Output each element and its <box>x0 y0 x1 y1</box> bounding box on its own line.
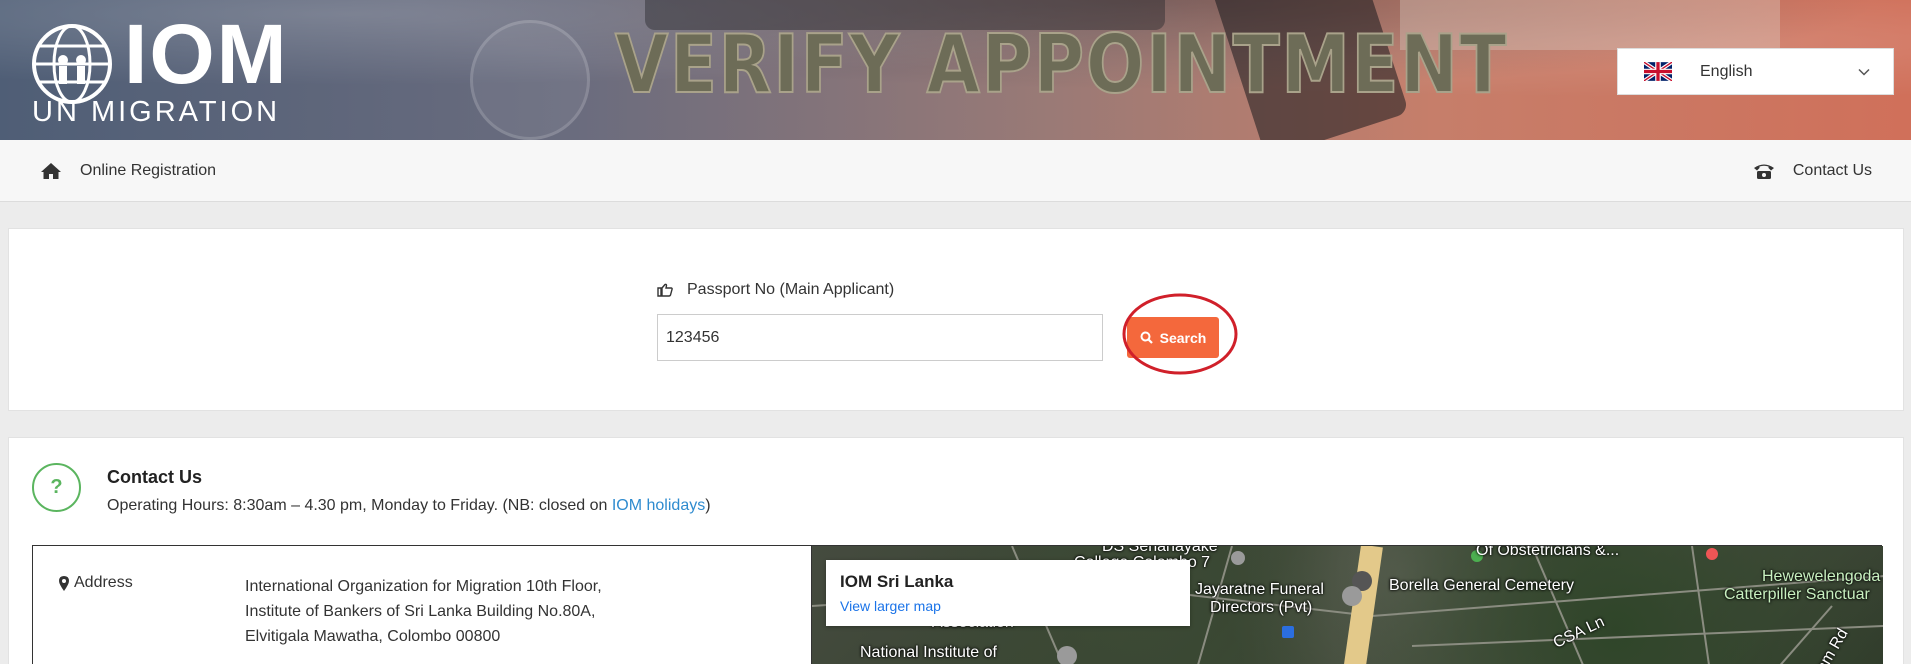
search-panel: Passport No (Main Applicant) Search <box>8 228 1904 411</box>
map-label: National Institute of <box>860 644 997 661</box>
banner-decor-glass <box>470 20 590 140</box>
page-title: VERIFY APPOINTMENT <box>614 18 1509 111</box>
address-text: International Organization for Migration… <box>245 574 602 649</box>
nav-contact-us[interactable]: Contact Us <box>1753 140 1872 202</box>
un-globe-icon <box>32 24 112 104</box>
language-select[interactable]: English <box>1617 48 1894 95</box>
map-card-title: IOM Sri Lanka <box>840 572 954 591</box>
contact-info-box: Address International Organization for M… <box>32 545 1883 664</box>
embedded-map[interactable]: DS Senanayake College Colombo 7 Jayaratn… <box>811 546 1883 664</box>
passport-number-input[interactable] <box>657 314 1103 361</box>
search-button[interactable]: Search <box>1127 317 1219 358</box>
home-icon <box>41 163 61 179</box>
search-icon <box>1140 331 1153 344</box>
header-banner: IOM UN MIGRATION VERIFY APPOINTMENT Engl… <box>0 0 1911 140</box>
top-navbar: Online Registration Contact Us <box>0 140 1911 202</box>
phone-icon <box>1753 164 1774 179</box>
help-question-icon: ? <box>32 463 81 512</box>
language-select-value: English <box>1700 62 1753 80</box>
map-marker-icon <box>59 575 69 591</box>
hand-pointing-icon <box>657 283 673 297</box>
map-label: Of Obstetricians &... <box>1476 546 1620 559</box>
contact-panel: ? Contact Us Operating Hours: 8:30am – 4… <box>8 437 1904 664</box>
nav-contact-us-label: Contact Us <box>1792 162 1872 179</box>
nav-online-registration-label: Online Registration <box>80 162 217 179</box>
passport-field-label-text: Passport No (Main Applicant) <box>687 281 895 298</box>
map-label: Hewewelengoda <box>1762 568 1881 585</box>
logo-wordmark: IOM <box>124 7 289 101</box>
map-label: Catterpiller Sanctuar <box>1724 586 1870 603</box>
search-button-label: Search <box>1159 329 1207 346</box>
chevron-down-icon <box>1858 68 1870 76</box>
map-label: Directors (Pvt) <box>1210 599 1313 616</box>
passport-field-label: Passport No (Main Applicant) <box>657 281 894 299</box>
iom-holidays-link[interactable]: IOM holidays <box>612 497 705 514</box>
address-line-1: International Organization for Migration… <box>245 578 602 595</box>
operating-hours-suffix: ) <box>705 497 711 514</box>
operating-hours-text: Operating Hours: 8:30am – 4.30 pm, Monda… <box>107 497 612 514</box>
address-line-3: Elvitigala Mawatha, Colombo 00800 <box>245 628 501 645</box>
uk-flag-icon <box>1644 62 1672 81</box>
iom-logo[interactable]: IOM UN MIGRATION <box>30 12 310 128</box>
map-label: Borella General Cemetery <box>1389 577 1574 594</box>
map-label: Jayaratne Funeral <box>1195 581 1324 598</box>
map-info-card: IOM Sri Lanka View larger map <box>826 560 1190 626</box>
address-label: Address <box>59 574 133 592</box>
nav-online-registration[interactable]: Online Registration <box>40 140 216 202</box>
operating-hours: Operating Hours: 8:30am – 4.30 pm, Monda… <box>107 497 711 515</box>
view-larger-map-link[interactable]: View larger map <box>840 598 941 614</box>
address-line-2: Institute of Bankers of Sri Lanka Buildi… <box>245 603 596 620</box>
address-label-text: Address <box>74 574 133 591</box>
logo-subtitle: UN MIGRATION <box>32 96 281 128</box>
contact-title: Contact Us <box>107 467 203 487</box>
